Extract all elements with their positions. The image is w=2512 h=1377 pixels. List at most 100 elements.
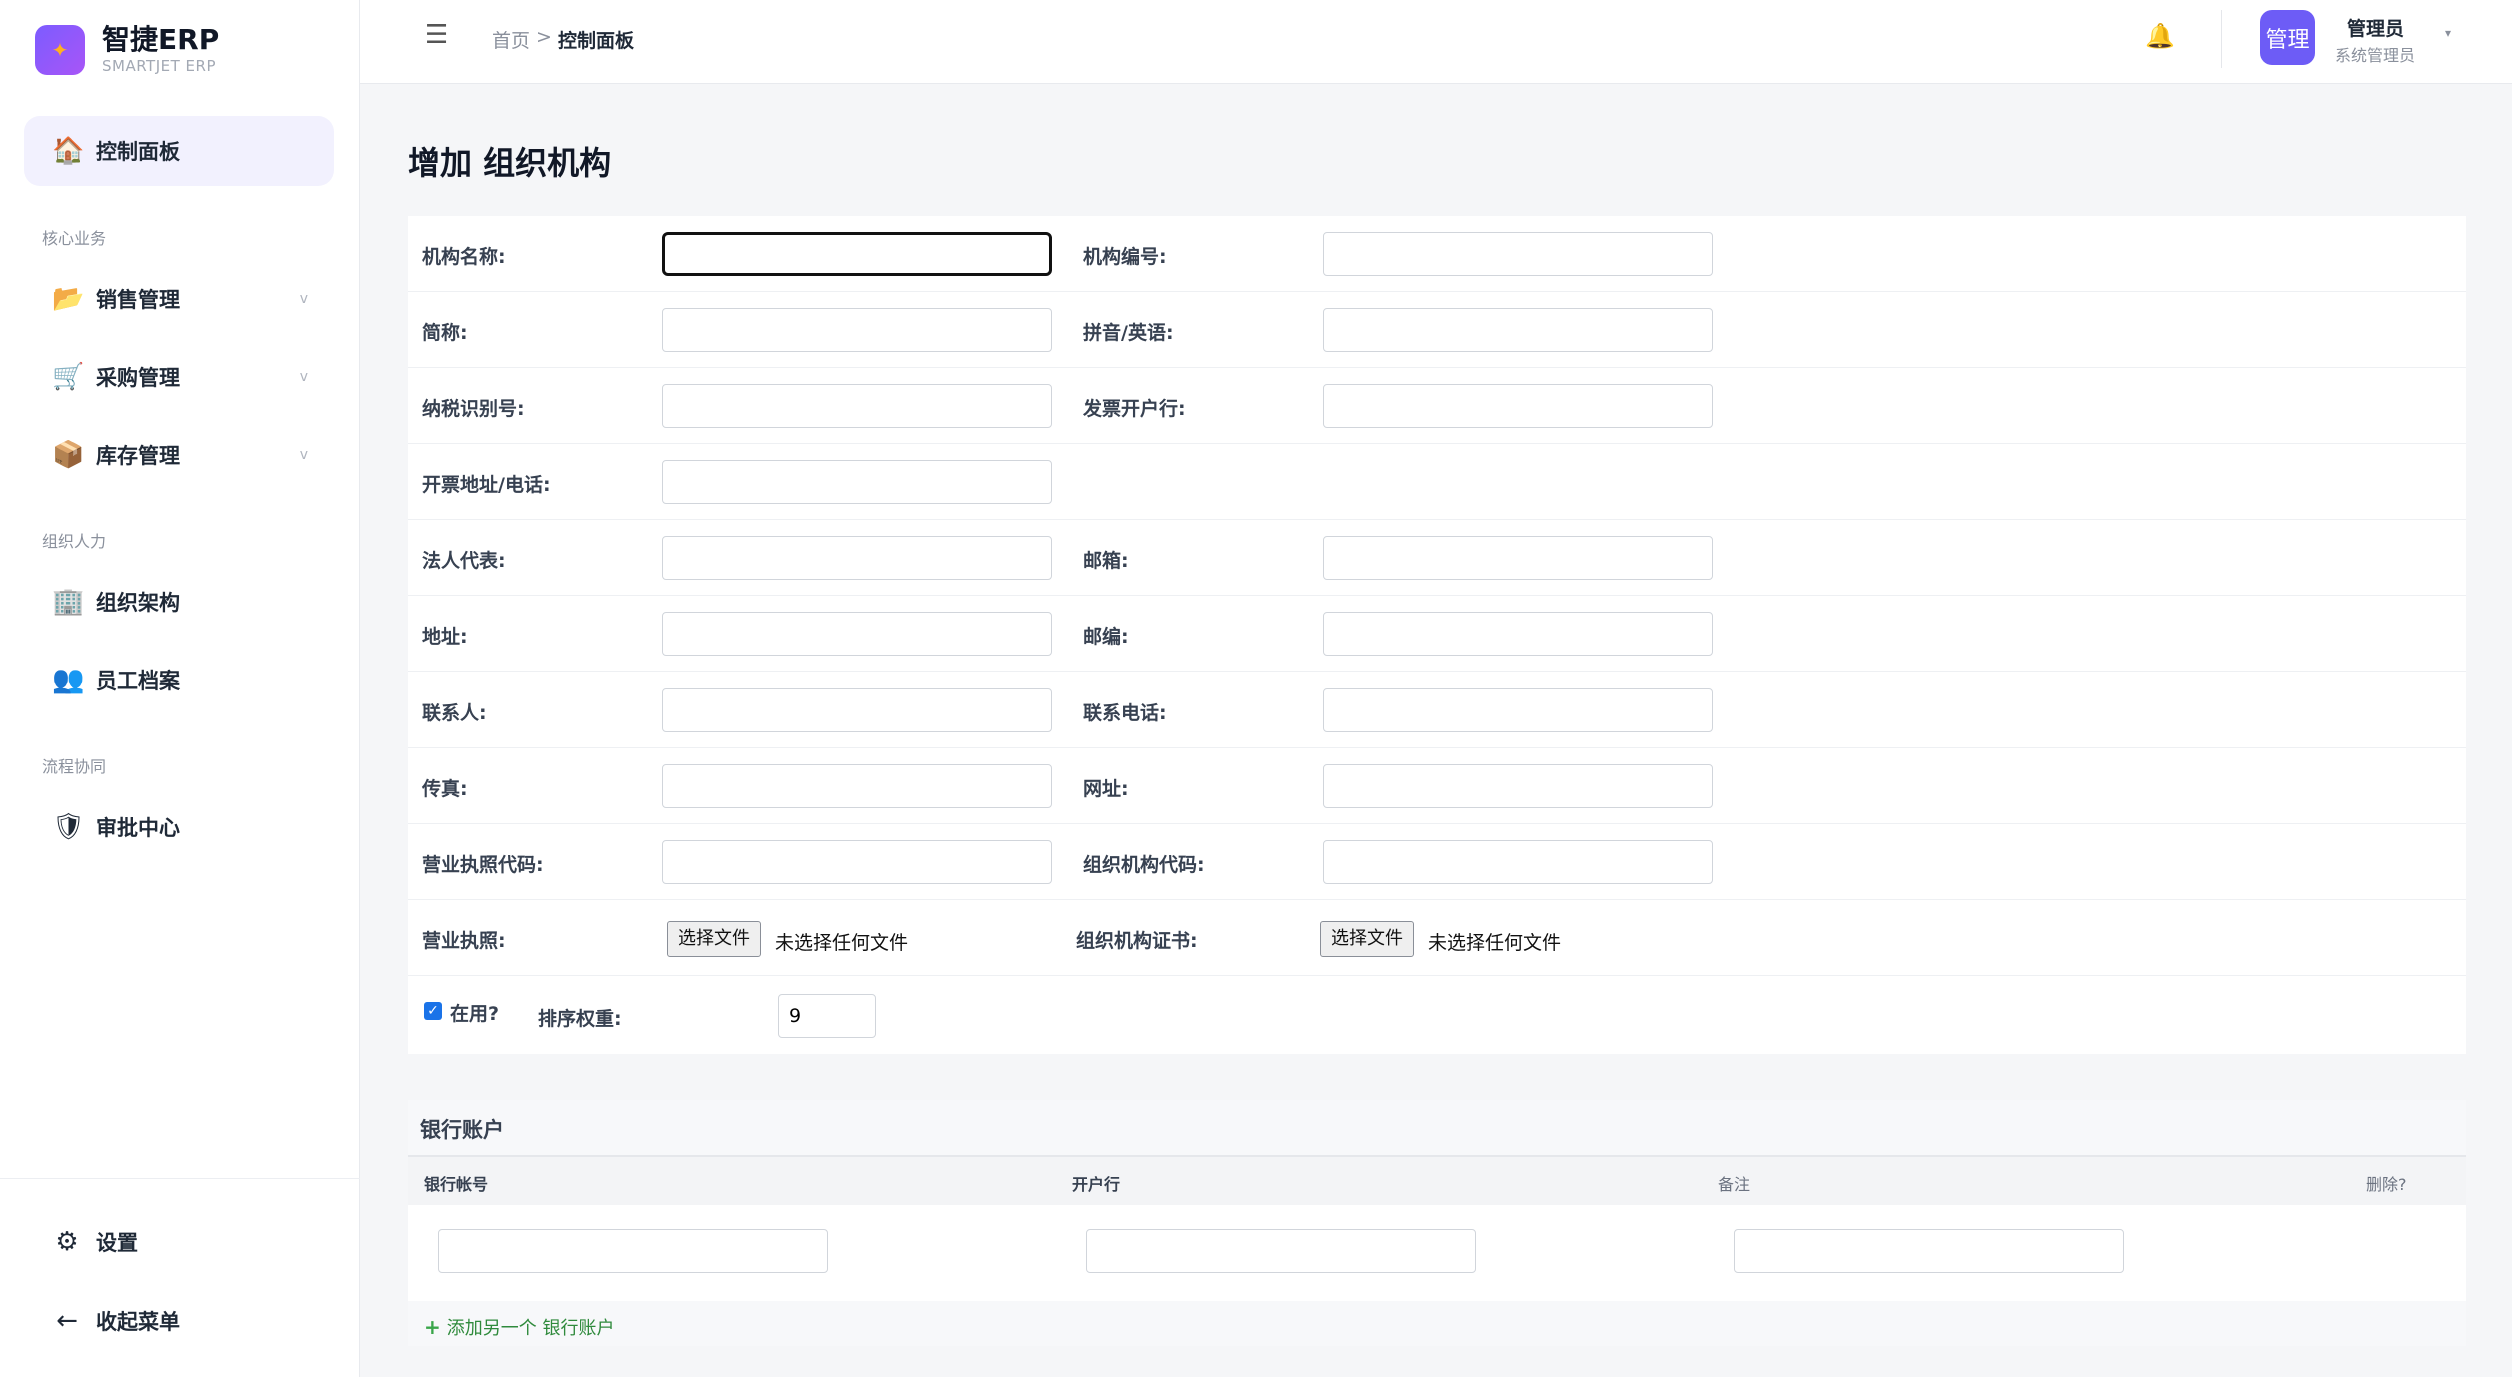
pinyin-label: 拼音/英语: — [1083, 322, 1174, 344]
form-row: ✓ 在用? 排序权重: — [408, 976, 2466, 1052]
bank-accounts-section: 银行账户 银行帐号 开户行 备注 删除? + 添加另一个 银行账户 — [408, 1100, 2466, 1346]
chevron-down-icon: v — [299, 291, 308, 307]
sidebar-collapse-button[interactable]: ← 收起菜单 — [24, 1286, 334, 1356]
app-title: 智捷ERP — [102, 23, 220, 56]
invoice-bank-input[interactable] — [1323, 384, 1713, 428]
fax-label: 传真: — [422, 778, 468, 800]
gear-icon: ⚙ — [55, 1227, 79, 1257]
col-note: 备注 — [1718, 1175, 1751, 1194]
email-field[interactable] — [1323, 536, 1713, 580]
sidebar-item-purchase[interactable]: 🛒 采购管理 v — [24, 342, 334, 412]
sidebar-item-sales[interactable]: 📂 销售管理 v — [24, 264, 334, 334]
form-row: 开票地址/电话: — [408, 444, 2466, 520]
table-row — [408, 1205, 2466, 1301]
building-icon: 🏢 — [52, 587, 85, 617]
bank-name-input[interactable] — [1086, 1229, 1476, 1273]
chevron-down-icon: v — [299, 369, 308, 385]
sidebar-item-dashboard[interactable]: 🏠 控制面板 — [24, 116, 334, 186]
page-title: 增加 组织机构 — [408, 144, 612, 182]
legal-rep-input[interactable] — [662, 536, 1052, 580]
fax-input[interactable] — [662, 764, 1052, 808]
website-label: 网址: — [1083, 778, 1129, 800]
org-code-label: 组织机构代码: — [1083, 854, 1205, 876]
form-row: 纳税识别号: 发票开户行: — [408, 368, 2466, 444]
menu-icon[interactable]: ☰ — [425, 20, 448, 50]
bank-section-title: 银行账户 — [420, 1118, 504, 1142]
license-file-button[interactable]: 选择文件 — [667, 921, 761, 957]
phone-input[interactable] — [1323, 688, 1713, 732]
tax-id-input[interactable] — [662, 384, 1052, 428]
license-code-input[interactable] — [662, 840, 1052, 884]
header-divider — [2221, 10, 2222, 68]
sort-label: 排序权重: — [538, 1008, 622, 1030]
form-row: 营业执照代码: 组织机构代码: — [408, 824, 2466, 900]
org-cert-label: 组织机构证书: — [1076, 930, 1198, 952]
shield-icon: 🛡 — [52, 812, 86, 842]
logo-icon: ✦ — [35, 25, 85, 75]
cart-icon: 🛒 — [52, 362, 85, 392]
sidebar-item-label: 收起菜单 — [96, 1310, 180, 1334]
active-label: 在用? — [450, 1003, 500, 1025]
sidebar-item-label: 控制面板 — [96, 140, 180, 164]
short-name-input[interactable] — [662, 308, 1052, 352]
license-label: 营业执照: — [422, 930, 506, 952]
add-bank-account-link[interactable]: + 添加另一个 银行账户 — [424, 1314, 615, 1340]
breadcrumb-current: 控制面板 — [557, 30, 634, 52]
app-subtitle: SMARTJET ERP — [102, 57, 216, 75]
code-label: 机构编号: — [1083, 246, 1167, 268]
license-code-label: 营业执照代码: — [422, 854, 544, 876]
zip-label: 邮编: — [1083, 626, 1129, 648]
col-delete: 删除? — [2366, 1175, 2407, 1194]
user-name[interactable]: 管理员 — [2347, 14, 2404, 41]
sidebar: ✦ 智捷ERP SMARTJET ERP 🏠 控制面板 核心业务 📂 销售管理 … — [0, 0, 360, 1377]
sidebar-item-label: 采购管理 — [96, 366, 180, 390]
sidebar-item-settings[interactable]: ⚙ 设置 — [24, 1207, 334, 1277]
bank-note-input[interactable] — [1734, 1229, 2124, 1273]
col-bank: 开户行 — [1072, 1175, 1121, 1194]
caret-down-icon[interactable]: ▾ — [2445, 26, 2451, 40]
sidebar-item-org-structure[interactable]: 🏢 组织架构 — [24, 567, 334, 637]
avatar[interactable]: 管理 — [2260, 10, 2315, 65]
org-cert-file-button[interactable]: 选择文件 — [1320, 921, 1414, 957]
sidebar-item-label: 销售管理 — [96, 288, 180, 312]
sidebar-item-label: 组织架构 — [96, 591, 180, 615]
org-code-input[interactable] — [1323, 840, 1713, 884]
bank-account-input[interactable] — [438, 1229, 828, 1273]
org-form: 机构名称: 机构编号: 简称: 拼音/英语: 纳税识别号: 发票开户行: 开票地… — [408, 216, 2466, 1054]
top-header: ☰ 首页 > 控制面板 🔔 管理 管理员 系统管理员 ▾ — [360, 0, 2512, 84]
address-input[interactable] — [662, 612, 1052, 656]
breadcrumb: 首页 > 控制面板 — [492, 26, 634, 53]
section-flow: 流程协同 — [42, 757, 107, 776]
address-label: 地址: — [422, 626, 468, 648]
bell-icon[interactable]: 🔔 — [2145, 22, 2175, 50]
section-org: 组织人力 — [42, 532, 107, 551]
breadcrumb-home[interactable]: 首页 — [492, 26, 530, 53]
code-input[interactable] — [1323, 232, 1713, 276]
email-label: 邮箱: — [1083, 550, 1129, 572]
chevron-down-icon: v — [299, 447, 308, 463]
name-label: 机构名称: — [422, 246, 506, 268]
user-role: 系统管理员 — [2335, 46, 2416, 65]
contact-input[interactable] — [662, 688, 1052, 732]
org-cert-file-status: 未选择任何文件 — [1428, 932, 1562, 954]
active-checkbox[interactable]: ✓ — [424, 1002, 442, 1020]
form-row: 联系人: 联系电话: — [408, 672, 2466, 748]
website-input[interactable] — [1323, 764, 1713, 808]
pinyin-input[interactable] — [1323, 308, 1713, 352]
phone-label: 联系电话: — [1083, 702, 1167, 724]
col-account: 银行帐号 — [424, 1175, 489, 1194]
sidebar-item-label: 员工档案 — [96, 669, 180, 693]
license-file-status: 未选择任何文件 — [775, 932, 909, 954]
sort-input[interactable] — [778, 994, 876, 1038]
zip-input[interactable] — [1323, 612, 1713, 656]
invoice-address-input[interactable] — [662, 460, 1052, 504]
app-logo[interactable]: ✦ 智捷ERP SMARTJET ERP — [35, 24, 219, 76]
section-core: 核心业务 — [42, 229, 107, 248]
sidebar-divider — [0, 1178, 360, 1179]
sidebar-item-approval[interactable]: 🛡 审批中心 — [24, 792, 334, 862]
breadcrumb-separator: > — [536, 26, 552, 48]
package-icon: 📦 — [52, 440, 85, 470]
name-input[interactable] — [662, 232, 1052, 276]
sidebar-item-employees[interactable]: 👥 员工档案 — [24, 645, 334, 715]
sidebar-item-inventory[interactable]: 📦 库存管理 v — [24, 420, 334, 490]
